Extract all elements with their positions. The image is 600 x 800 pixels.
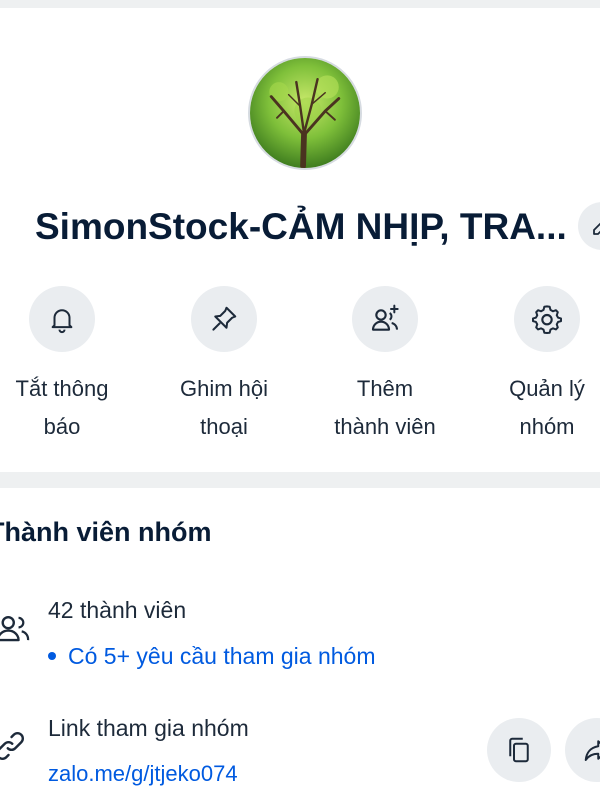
section-divider bbox=[0, 472, 600, 488]
action-label-line2: thành viên bbox=[334, 414, 436, 439]
manage-group-button[interactable]: Quản lý nhóm bbox=[482, 284, 600, 454]
pencil-icon bbox=[593, 222, 600, 235]
invite-link-title: Link tham gia nhóm bbox=[48, 715, 249, 741]
add-member-icon bbox=[371, 304, 399, 331]
top-divider bbox=[0, 0, 600, 8]
action-label-line2: nhóm bbox=[519, 414, 575, 439]
share-icon bbox=[584, 740, 600, 761]
pin-icon bbox=[212, 306, 237, 331]
quick-actions: Tắt thông báo Ghim hội thoại Thêm thành … bbox=[0, 284, 600, 454]
join-requests-link[interactable]: Có 5+ yêu cầu tham gia nhóm bbox=[48, 640, 376, 672]
bullet-dot bbox=[48, 651, 56, 660]
pin-conversation-button[interactable]: Ghim hội thoại bbox=[159, 284, 289, 454]
action-label-line1: Tắt thông bbox=[15, 376, 109, 401]
copy-link-button[interactable] bbox=[487, 718, 551, 782]
action-label-line1: Ghim hội bbox=[179, 376, 269, 401]
gear-icon bbox=[532, 305, 562, 334]
invite-link-url[interactable]: zalo.me/g/jtjeko074 bbox=[48, 758, 238, 790]
invite-link-row: Link tham gia nhóm zalo.me/g/jtjeko074 bbox=[0, 706, 600, 800]
group-avatar[interactable] bbox=[248, 56, 362, 170]
group-info-panel: SimonStock-CẢM NHỊP, TRA... Tắt thông bá… bbox=[0, 0, 600, 800]
members-section-title: Thành viên nhóm bbox=[0, 517, 212, 547]
action-label-line1: Quản lý bbox=[509, 376, 585, 401]
edit-name-button[interactable] bbox=[578, 202, 600, 250]
action-label-line2: báo bbox=[43, 414, 81, 439]
members-icon bbox=[0, 615, 30, 642]
bell-icon bbox=[51, 309, 73, 334]
tree-photo-avatar bbox=[250, 58, 360, 168]
group-name: SimonStock-CẢM NHỊP, TRA... bbox=[35, 206, 567, 247]
action-label-line2: thoại bbox=[200, 414, 248, 439]
share-link-button[interactable] bbox=[565, 718, 600, 782]
link-icon bbox=[0, 732, 24, 760]
add-member-button[interactable]: Thêm thành viên bbox=[320, 284, 450, 454]
members-row[interactable]: 42 thành viên Có 5+ yêu cầu tham gia nhó… bbox=[0, 590, 600, 680]
join-requests-text: Có 5+ yêu cầu tham gia nhóm bbox=[68, 643, 376, 669]
members-count: 42 thành viên bbox=[48, 597, 187, 623]
mute-notifications-button[interactable]: Tắt thông báo bbox=[0, 284, 127, 454]
action-label-line1: Thêm bbox=[356, 376, 414, 401]
copy-icon bbox=[509, 737, 529, 763]
